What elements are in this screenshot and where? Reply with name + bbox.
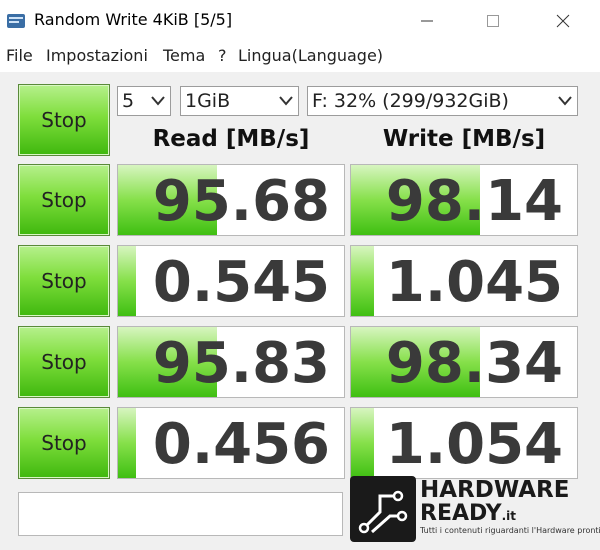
title-bar: Random Write 4KiB [5/5] [0,0,600,42]
read-value: 0.456 [152,412,330,477]
app-icon [7,14,25,28]
logo-brand-suffix: .it [501,509,517,523]
menu-impostazioni[interactable]: Impostazioni [46,46,148,65]
read-value: 0.545 [152,250,330,315]
menu-help[interactable]: ? [218,46,227,65]
logo-brand-line1: HARDWARE [420,477,570,503]
read-result-row-1: 95.68 [117,164,345,236]
menu-file[interactable]: File [6,46,33,65]
stop-button-row-3[interactable]: Stop [18,326,110,398]
write-value: 1.054 [385,412,563,477]
write-value: 98.14 [385,169,563,234]
drive-value: F: 32% (299/932GiB) [312,90,509,112]
maximize-icon [487,15,499,27]
write-bar-fill [351,408,374,478]
read-result-row-3: 95.83 [117,326,345,398]
stop-label: Stop [41,269,87,293]
menu-lingua[interactable]: Lingua(Language) [238,46,383,65]
stop-all-button[interactable]: Stop [18,84,110,156]
write-bar-fill [351,246,374,316]
stop-label: Stop [41,350,87,374]
stop-label: Stop [41,431,87,455]
write-result-row-4: 1.054 [350,407,578,479]
close-icon [556,14,570,28]
chevron-down-icon [279,96,293,106]
chevron-down-icon [558,96,572,106]
menu-bar: File Impostazioni Tema ? Lingua(Language… [0,42,600,70]
logo-brand-line2: READY.it [420,502,516,528]
logo-tagline: Tutti i contenuti riguardanti l'Hardware… [420,526,600,535]
drive-select[interactable]: F: 32% (299/932GiB) [307,86,578,116]
menu-tema[interactable]: Tema [163,46,205,65]
test-size-select[interactable]: 1GiB [180,86,299,116]
minimize-icon [421,20,433,22]
write-result-row-1: 98.14 [350,164,578,236]
write-value: 1.045 [385,250,563,315]
write-result-row-3: 98.34 [350,326,578,398]
write-result-row-2: 1.045 [350,245,578,317]
chevron-down-icon [151,96,165,106]
stop-all-label: Stop [41,108,87,132]
read-value: 95.83 [152,331,330,396]
read-bar-fill [118,246,137,316]
stop-button-row-4[interactable]: Stop [18,407,110,479]
stop-button-row-2[interactable]: Stop [18,245,110,317]
test-count-value: 5 [122,90,135,112]
read-header: Read [MB/s] [152,126,310,152]
write-value: 98.34 [385,331,563,396]
test-count-select[interactable]: 5 [117,86,171,116]
hardwareready-logo: HARDWARE READY.it Tutti i contenuti rigu… [350,476,600,542]
stop-label: Stop [41,188,87,212]
stop-button-row-1[interactable]: Stop [18,164,110,236]
minimize-button[interactable] [404,6,450,36]
window-title: Random Write 4KiB [5/5] [34,10,233,29]
maximize-button[interactable] [470,6,516,36]
logo-brand-ready: READY [420,501,502,526]
test-size-value: 1GiB [185,90,231,112]
read-result-row-2: 0.545 [117,245,345,317]
write-header: Write [MB/s] [382,126,546,152]
read-result-row-4: 0.456 [117,407,345,479]
circuit-icon [350,476,416,542]
read-bar-fill [118,408,137,478]
comment-input[interactable] [18,492,343,536]
read-value: 95.68 [152,169,330,234]
close-button[interactable] [540,6,586,36]
